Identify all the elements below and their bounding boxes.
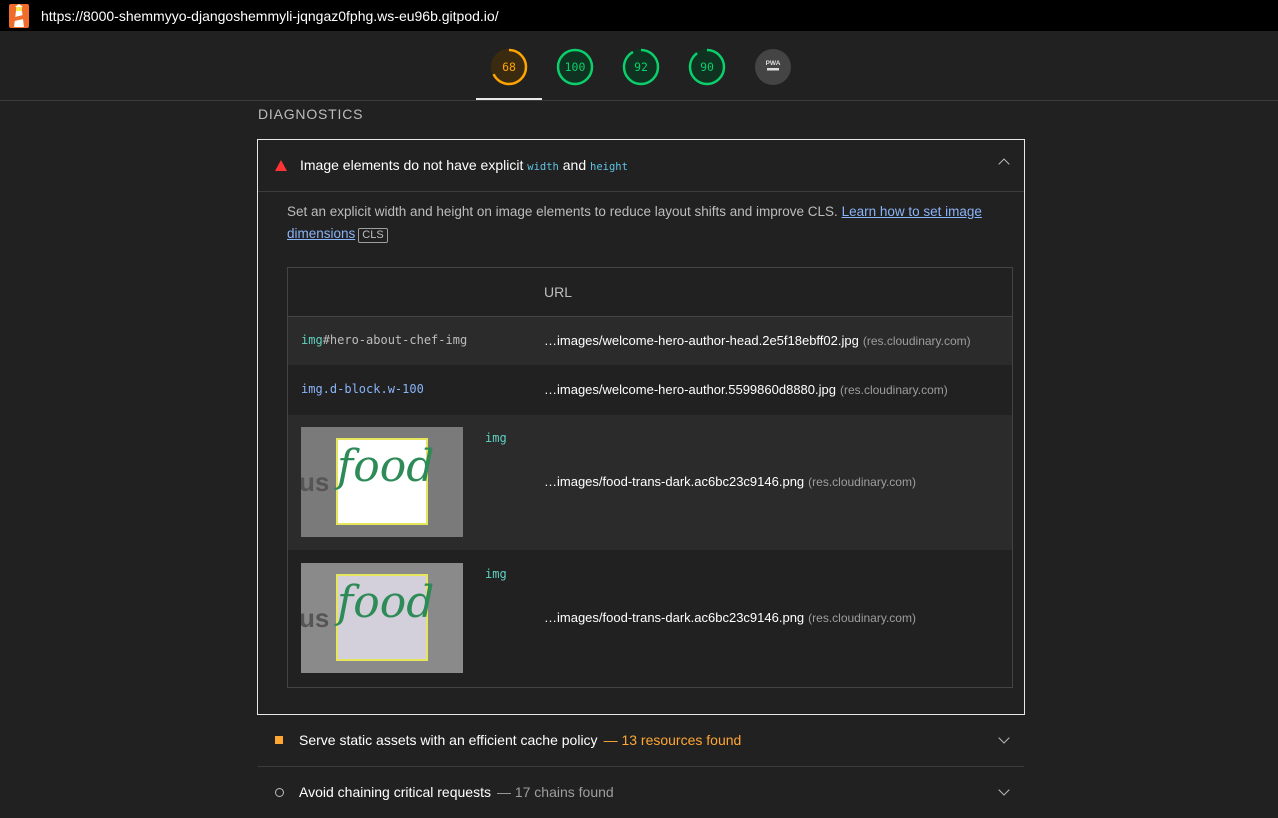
audit-title: Image elements do not have explicit widt… (300, 157, 628, 173)
chevron-down-icon[interactable] (998, 784, 1010, 796)
resource-url[interactable]: …images/food-trans-dark.ac6bc23c9146.png… (544, 474, 916, 489)
diagnostics-heading: DIAGNOSTICS (258, 106, 364, 122)
accessibility-gauge[interactable]: 100 (556, 48, 594, 86)
score-gauges: 68 100 92 90 PWA (0, 31, 1278, 101)
average-square-icon (275, 736, 283, 744)
thumb-food-text: food (337, 441, 435, 492)
gauge-score: 68 (502, 60, 516, 74)
resource-url[interactable]: …images/welcome-hero-author-head.2e5f18e… (544, 333, 971, 348)
audit-title: Avoid chaining critical requests — 17 cha… (299, 784, 614, 800)
chevron-down-icon[interactable] (998, 732, 1010, 744)
lighthouse-icon (9, 3, 29, 28)
audit-detail: — 13 resources found (603, 732, 742, 748)
node-selector: img#hero-about-chef-img (301, 333, 468, 347)
image-thumbnail: us food (301, 563, 463, 673)
pwa-label: PWA (766, 60, 781, 67)
code-height: height (590, 161, 628, 173)
resource-url[interactable]: …images/welcome-hero-author.5599860d8880… (544, 382, 948, 397)
audit-title: Serve static assets with an efficient ca… (299, 732, 741, 748)
audit-unsized-images: Image elements do not have explicit widt… (257, 139, 1025, 715)
audit-description: Set an explicit width and height on imag… (287, 201, 987, 245)
info-circle-icon (275, 788, 284, 797)
thumb-partial-text: us (301, 467, 330, 497)
node-selector: img.d-block.w-100 (301, 382, 424, 396)
gauge-score: 92 (634, 60, 648, 74)
audit-detail: — 17 chains found (496, 784, 614, 800)
audit-table: URL img#hero-about-chef-img …images/welc… (287, 267, 1013, 688)
table-row[interactable]: us food img …images/food-trans-dark.ac6b… (288, 415, 1012, 550)
report-url: https://8000-shemmyyo-djangoshemmyli-jqn… (41, 7, 499, 24)
audit-title-text: Image elements do not have explicit (300, 157, 528, 173)
image-thumbnail: us food (301, 427, 463, 537)
audit-title-text: Avoid chaining critical requests (299, 784, 491, 800)
table-header: URL (288, 268, 1012, 317)
address-bar: https://8000-shemmyyo-djangoshemmyli-jqn… (0, 0, 1278, 31)
table-row[interactable]: img#hero-about-chef-img …images/welcome-… (288, 317, 1012, 365)
description-text: Set an explicit width and height on imag… (287, 204, 842, 219)
gauge-score: 100 (564, 60, 586, 74)
thumb-partial-text: us (301, 603, 330, 633)
performance-gauge[interactable]: 68 (490, 48, 528, 86)
url-column-header: URL (544, 284, 573, 300)
gauge-score: 90 (700, 60, 714, 74)
chevron-up-icon[interactable] (998, 158, 1010, 170)
seo-gauge[interactable]: 90 (688, 48, 726, 86)
pwa-gauge[interactable]: PWA (754, 48, 792, 86)
code-width: width (527, 161, 559, 173)
pwa-icon: PWA (755, 49, 791, 85)
node-selector: img (485, 567, 507, 581)
audit-header[interactable]: Image elements do not have explicit widt… (258, 140, 1024, 192)
audit-title-text: Serve static assets with an efficient ca… (299, 732, 598, 748)
fail-triangle-icon (275, 160, 287, 171)
node-selector: img (485, 431, 507, 445)
active-gauge-indicator (476, 98, 542, 100)
table-row[interactable]: img.d-block.w-100 …images/welcome-hero-a… (288, 365, 1012, 415)
thumb-food-text: food (337, 577, 435, 628)
best-practices-gauge[interactable]: 92 (622, 48, 660, 86)
audit-cache-policy[interactable]: Serve static assets with an efficient ca… (258, 715, 1024, 767)
audit-title-and: and (558, 157, 590, 173)
resource-url[interactable]: …images/food-trans-dark.ac6bc23c9146.png… (544, 610, 916, 625)
cls-badge: CLS (358, 228, 388, 243)
audit-critical-chains[interactable]: Avoid chaining critical requests — 17 cha… (258, 767, 1024, 818)
table-row[interactable]: us food img …images/food-trans-dark.ac6b… (288, 550, 1012, 686)
